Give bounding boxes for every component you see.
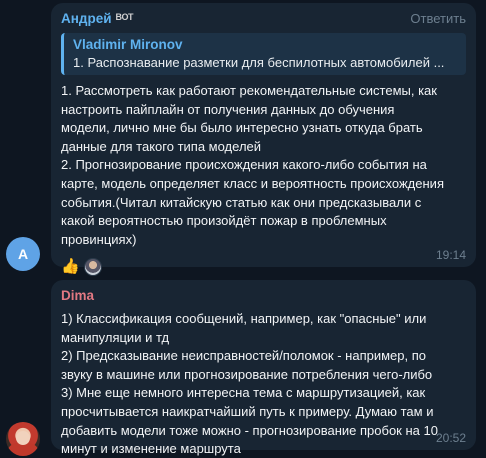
sender-name[interactable]: Dima — [61, 288, 94, 303]
reply-button[interactable]: Ответить — [410, 11, 466, 26]
reactor-avatar — [83, 258, 102, 277]
message-bubble: Dima 1) Классификация сообщений, наприме… — [51, 280, 476, 456]
quote-author: Vladimir Mironov — [73, 37, 183, 52]
quote-text: 1. Распознавание разметки для беспилотны… — [73, 55, 445, 70]
reply-quote[interactable]: Vladimir Mironov 1. Распознавание размет… — [61, 33, 466, 75]
message-text: 1) Классификация сообщений, например, ка… — [61, 311, 438, 457]
message-time: 19:14 — [435, 248, 466, 262]
thumbs-up-icon[interactable]: 👍 — [61, 258, 80, 276]
reactions[interactable]: 👍 — [61, 258, 466, 277]
avatar-face-shape — [16, 431, 30, 445]
avatar[interactable]: A — [6, 237, 40, 271]
message-header: Dima — [61, 280, 466, 310]
message-bubble: Андрей BOT Ответить Vladimir Mironov 1. … — [51, 3, 476, 277]
avatar[interactable] — [6, 422, 40, 456]
message-text: 1. Рассмотреть как работают рекомендател… — [61, 83, 444, 247]
sender-name-row: Андрей BOT — [61, 11, 134, 26]
message-time: 20:52 — [435, 431, 466, 445]
message-header: Андрей BOT Ответить — [61, 3, 466, 33]
bot-badge-icon: BOT — [115, 12, 134, 22]
sender-name[interactable]: Андрей — [61, 11, 112, 26]
avatar-letter: A — [17, 246, 29, 262]
